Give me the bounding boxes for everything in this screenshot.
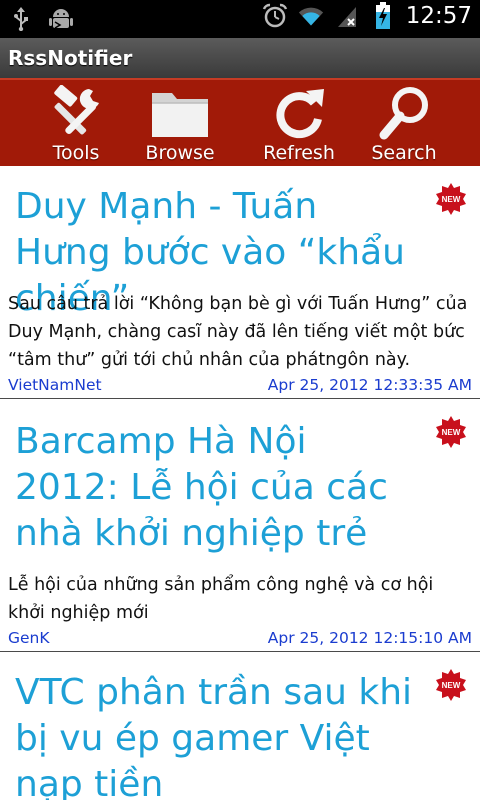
new-badge-icon: NEW <box>436 183 466 215</box>
toolbar: Tools Browse Refresh Search <box>0 78 480 166</box>
feed-item[interactable]: Duy Mạnh - Tuấn Hưng bước vào “khẩu chiế… <box>0 166 480 399</box>
new-badge-text: NEW <box>442 428 461 437</box>
alarm-icon <box>262 3 288 29</box>
no-signal-icon <box>334 3 360 29</box>
feed-item[interactable]: VTC phân trần sau khi bị vu ép gamer Việ… <box>0 652 480 800</box>
new-badge-text: NEW <box>442 681 461 690</box>
browse-button[interactable]: Browse <box>125 80 235 166</box>
refresh-button[interactable]: Refresh <box>244 80 354 166</box>
new-badge-text: NEW <box>442 195 461 204</box>
browse-label: Browse <box>145 142 215 164</box>
feed-item-summary: Sau câu trả lời “Không bạn bè gì với Tuấ… <box>8 294 468 370</box>
status-bar: 12:57 <box>0 0 480 38</box>
status-time: 12:57 <box>405 3 472 29</box>
refresh-icon <box>267 84 331 142</box>
search-icon <box>372 84 436 142</box>
tools-button[interactable]: Tools <box>21 80 131 166</box>
new-badge-icon: NEW <box>436 669 466 701</box>
feed-item-headline[interactable]: VTC phân trần sau khi bị vu ép gamer Việ… <box>15 670 415 800</box>
usb-icon <box>8 6 34 32</box>
feed-item[interactable]: Barcamp Hà Nội 2012: Lễ hội của các nhà … <box>0 399 480 652</box>
search-button[interactable]: Search <box>349 80 459 166</box>
refresh-label: Refresh <box>263 142 335 164</box>
action-bar: RssNotifier <box>0 38 480 78</box>
tools-icon <box>44 84 108 142</box>
feed-item-headline[interactable]: Barcamp Hà Nội 2012: Lễ hội của các nhà … <box>15 419 415 557</box>
tools-label: Tools <box>52 142 100 164</box>
feed-item-date: Apr 25, 2012 12:15:10 AM <box>267 629 472 647</box>
app-title: RssNotifier <box>8 46 133 70</box>
wifi-icon <box>298 3 324 29</box>
folder-icon <box>148 84 212 142</box>
search-label: Search <box>371 142 437 164</box>
android-debug-icon <box>48 6 74 32</box>
feed-item-date: Apr 25, 2012 12:33:35 AM <box>267 376 472 394</box>
feed-list: Duy Mạnh - Tuấn Hưng bước vào “khẩu chiế… <box>0 166 480 800</box>
new-badge-icon: NEW <box>436 416 466 448</box>
feed-item-summary: Lễ hội của những sản phẩm công nghệ và c… <box>8 575 434 623</box>
battery-charging-icon <box>370 2 396 29</box>
feed-item-source: VietNamNet <box>8 376 102 394</box>
feed-item-source: GenK <box>8 629 50 647</box>
